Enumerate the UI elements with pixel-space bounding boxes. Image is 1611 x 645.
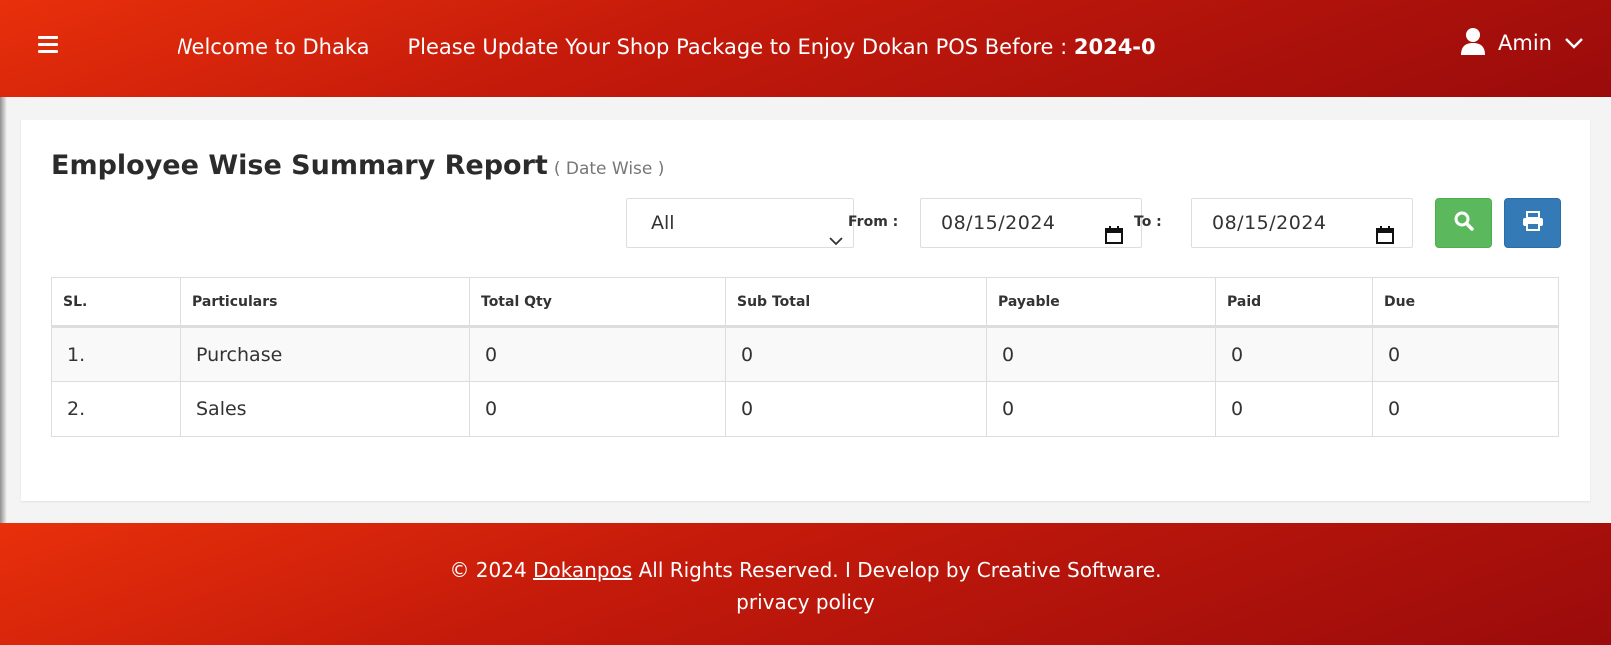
employee-filter-select[interactable]: All: [626, 198, 854, 248]
cell-due: 0: [1372, 326, 1559, 382]
cell-payable: 0: [986, 326, 1216, 382]
table-header-row: SL. Particulars Total Qty Sub Total Paya…: [51, 277, 1559, 328]
to-date-input[interactable]: 08/15/2024: [1191, 198, 1413, 248]
footer-brand-link[interactable]: Dokanpos: [533, 558, 632, 582]
cell-particulars: Sales: [180, 381, 470, 437]
cell-sl: 2.: [51, 381, 181, 437]
chevron-down-icon: [829, 216, 843, 264]
from-label: From :: [848, 214, 899, 230]
summary-table: SL. Particulars Total Qty Sub Total Paya…: [51, 277, 1559, 437]
cell-paid: 0: [1215, 326, 1373, 382]
search-icon: [1454, 211, 1474, 235]
cell-sub-total: 0: [725, 381, 987, 437]
chevron-down-icon: [1564, 34, 1584, 53]
bars-icon: [38, 36, 58, 39]
col-particulars: Particulars: [180, 277, 470, 328]
col-payable: Payable: [986, 277, 1216, 328]
report-card: Employee Wise Summary Report( Date Wise …: [21, 120, 1590, 501]
marquee-notice-text: Please Update Your Shop Package to Enjoy…: [407, 35, 1074, 59]
from-date-input[interactable]: 08/15/2024: [920, 198, 1142, 248]
cell-particulars: Purchase: [180, 326, 470, 382]
page-title: Employee Wise Summary Report( Date Wise …: [51, 150, 665, 181]
marquee-welcome-text: Welcome to Dhaka: [178, 35, 370, 59]
page-footer: © 2024 Dokanpos All Rights Reserved. I D…: [0, 523, 1611, 645]
col-due: Due: [1372, 277, 1559, 328]
col-sl: SL.: [51, 277, 181, 328]
cell-due: 0: [1372, 381, 1559, 437]
footer-copyright-line: © 2024 Dokanpos All Rights Reserved. I D…: [449, 558, 1162, 582]
top-header: Welcome to Dhaka Please Update Your Shop …: [0, 0, 1611, 97]
search-button[interactable]: [1435, 198, 1492, 248]
user-menu[interactable]: Amin: [1460, 26, 1584, 60]
notice-marquee: Welcome to Dhaka Please Update Your Shop …: [178, 30, 1156, 64]
col-sub-total: Sub Total: [725, 277, 987, 328]
col-paid: Paid: [1215, 277, 1373, 328]
cell-sl: 1.: [51, 326, 181, 382]
page-subtitle: ( Date Wise ): [553, 159, 665, 179]
col-total-qty: Total Qty: [469, 277, 726, 328]
calendar-icon[interactable]: [1376, 214, 1394, 262]
left-shadow-strip: [0, 97, 7, 523]
user-name: Amin: [1498, 31, 1552, 55]
marquee-notice-date: 2024-0: [1073, 35, 1156, 59]
cell-total-qty: 0: [469, 326, 726, 382]
cell-total-qty: 0: [469, 381, 726, 437]
cell-sub-total: 0: [725, 326, 987, 382]
privacy-policy-link[interactable]: privacy policy: [736, 590, 875, 614]
table-row: 2. Sales 0 0 0 0 0: [51, 381, 1559, 437]
to-label: To :: [1134, 214, 1162, 230]
menu-toggle-button[interactable]: [38, 36, 58, 54]
user-icon: [1460, 27, 1486, 59]
print-icon: [1522, 211, 1544, 235]
print-button[interactable]: [1504, 198, 1561, 248]
table-row: 1. Purchase 0 0 0 0 0: [51, 326, 1559, 382]
calendar-icon[interactable]: [1105, 214, 1123, 262]
cell-payable: 0: [986, 381, 1216, 437]
footer-privacy-line: privacy policy: [0, 590, 1611, 614]
cell-paid: 0: [1215, 381, 1373, 437]
